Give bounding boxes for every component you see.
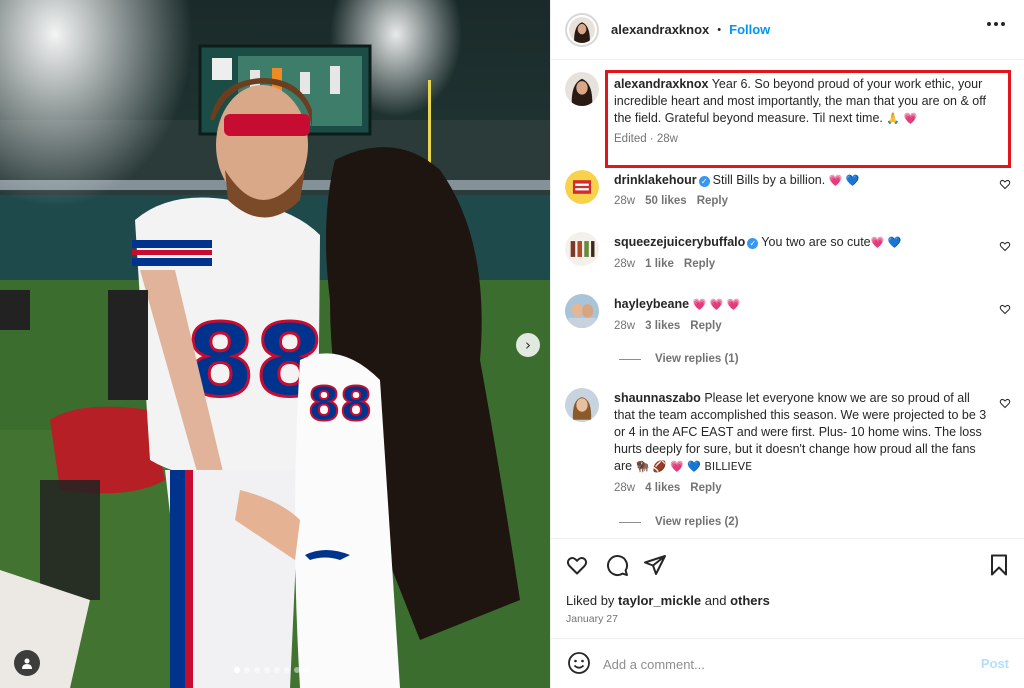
caption-author-avatar[interactable] [565, 72, 599, 106]
follow-button[interactable]: Follow [729, 22, 770, 37]
comment-username[interactable]: drinklakehour [614, 173, 697, 187]
comment-username[interactable]: shaunnaszabo [614, 391, 701, 405]
reply-button[interactable]: Reply [690, 482, 721, 494]
comment-emoji: 💗 💗 💗 [692, 298, 741, 311]
comment-emoji: 💗 💙 [825, 174, 860, 187]
add-comment-bar: Post [551, 638, 1024, 688]
user-tag-icon [22, 658, 32, 669]
author-avatar[interactable] [565, 12, 599, 47]
commenter-avatar[interactable] [565, 294, 599, 328]
tagged-users-button[interactable] [14, 650, 40, 676]
avatar-image [565, 294, 599, 328]
comment-body: squeezejuiceryb​uffalo ✓ You two are so cu… [614, 234, 990, 251]
carousel-indicator [234, 667, 310, 673]
comment-meta: 28w 1 like Reply [614, 258, 725, 270]
carousel-dot [244, 667, 250, 673]
verified-badge-icon: ✓ [698, 176, 710, 187]
liked-by-prefix: Liked by [566, 593, 619, 608]
share-send-icon[interactable] [643, 553, 667, 577]
more-options-icon[interactable] [987, 22, 1005, 26]
comment-like-heart-icon[interactable] [999, 303, 1011, 315]
avatar-image [569, 16, 595, 43]
liked-by-others[interactable]: others [730, 593, 770, 608]
view-replies-label: View replies (2) [655, 516, 739, 528]
comment-bubble-icon[interactable] [605, 553, 629, 577]
comment-likes[interactable]: 1 like [645, 258, 674, 270]
view-replies-line [619, 358, 641, 360]
post-photo-image: 88 88 [0, 0, 550, 688]
caption-emoji: 🙏 💗 [882, 112, 918, 125]
comment-body: shaunnaszabo Please let everyone know we… [614, 390, 994, 475]
post-photo[interactable]: 88 88 › [0, 0, 550, 688]
like-heart-icon[interactable] [565, 553, 589, 577]
post-date[interactable]: January 27 [566, 613, 618, 625]
comment-age: 28w [614, 258, 636, 270]
comment-likes[interactable]: 4 likes [645, 482, 680, 494]
verified-badge-icon: ✓ [747, 238, 759, 249]
comment-meta: 28w 3 likes Reply [614, 320, 732, 332]
comment-likes[interactable]: 50 likes [645, 195, 687, 207]
view-replies-label: View replies (1) [655, 353, 739, 365]
view-replies-line [619, 521, 641, 523]
carousel-dot [234, 667, 240, 673]
view-replies-button[interactable]: View replies (1) [619, 353, 739, 365]
comment-like-heart-icon[interactable] [999, 240, 1011, 252]
avatar-image [565, 388, 599, 422]
comment-body: hayleybeane 💗 💗 💗 [614, 296, 990, 313]
carousel-dot [264, 667, 270, 673]
comment-emoji: 💗 💙 [870, 236, 902, 249]
comment-meta: 28w 50 likes Reply [614, 195, 738, 207]
commenter-avatar[interactable] [565, 388, 599, 422]
post-detail-panel: alexandraxknox • Follow alexandraxknox Y… [550, 0, 1024, 688]
comments-list[interactable]: alexandraxknox Year 6. So beyond proud o… [551, 60, 1024, 538]
comment-like-heart-icon[interactable] [999, 397, 1011, 409]
carousel-dot [274, 667, 280, 673]
comment-like-heart-icon[interactable] [999, 178, 1011, 190]
avatar-image [565, 232, 599, 266]
carousel-dot [254, 667, 260, 673]
bookmark-icon[interactable] [987, 553, 1011, 577]
comment-text: Still Bills by a billion. [712, 173, 826, 187]
comment-input[interactable] [603, 655, 963, 673]
svg-text:88: 88 [308, 377, 372, 431]
comment-meta: 28w 4 likes Reply [614, 482, 732, 494]
emoji-picker-icon[interactable] [567, 651, 591, 675]
avatar-image [565, 72, 599, 106]
caption-meta: Edited · 28w [614, 133, 678, 145]
comment-age: 28w [614, 195, 636, 207]
reply-button[interactable]: Reply [690, 320, 721, 332]
comment-body: drinklakehour ✓ Still Bills by a billion. … [614, 172, 990, 189]
comment-emoji: 🦬 🏈 💗 💙 BILLIEVE [632, 460, 753, 473]
comment-text: You two are so cute [761, 235, 871, 249]
comment-username[interactable]: hayleybeane [614, 297, 689, 311]
commenter-avatar[interactable] [565, 232, 599, 266]
author-username[interactable]: alexandraxknox [611, 22, 709, 37]
carousel-dot [284, 667, 290, 673]
post-actions: Liked by taylor_mickle and others Januar… [551, 538, 1024, 648]
liked-by-summary[interactable]: Liked by taylor_mickle and others [566, 593, 770, 608]
reply-button[interactable]: Reply [684, 258, 715, 270]
comment-age: 28w [614, 320, 636, 332]
carousel-dot [304, 667, 310, 673]
carousel-dot [294, 667, 300, 673]
comment-likes[interactable]: 3 likes [645, 320, 680, 332]
liked-by-and: and [701, 593, 731, 608]
commenter-avatar[interactable] [565, 170, 599, 204]
view-replies-button[interactable]: View replies (2) [619, 516, 739, 528]
comment-age: 28w [614, 482, 636, 494]
header-separator: • [717, 23, 722, 36]
reply-button[interactable]: Reply [697, 195, 728, 207]
caption-author-username[interactable]: alexandraxknox [614, 77, 709, 91]
chevron-right-icon: › [525, 335, 531, 354]
avatar-image [565, 170, 599, 204]
post-caption: alexandraxknox Year 6. So beyond proud o… [614, 76, 1000, 127]
post-header: alexandraxknox • Follow [551, 0, 1024, 60]
carousel-next-button[interactable]: › [516, 333, 540, 357]
post-comment-button[interactable]: Post [981, 656, 1009, 671]
comment-username[interactable]: squeezejuiceryb​uffalo [614, 235, 745, 249]
liked-by-username[interactable]: taylor_mickle [618, 593, 701, 608]
